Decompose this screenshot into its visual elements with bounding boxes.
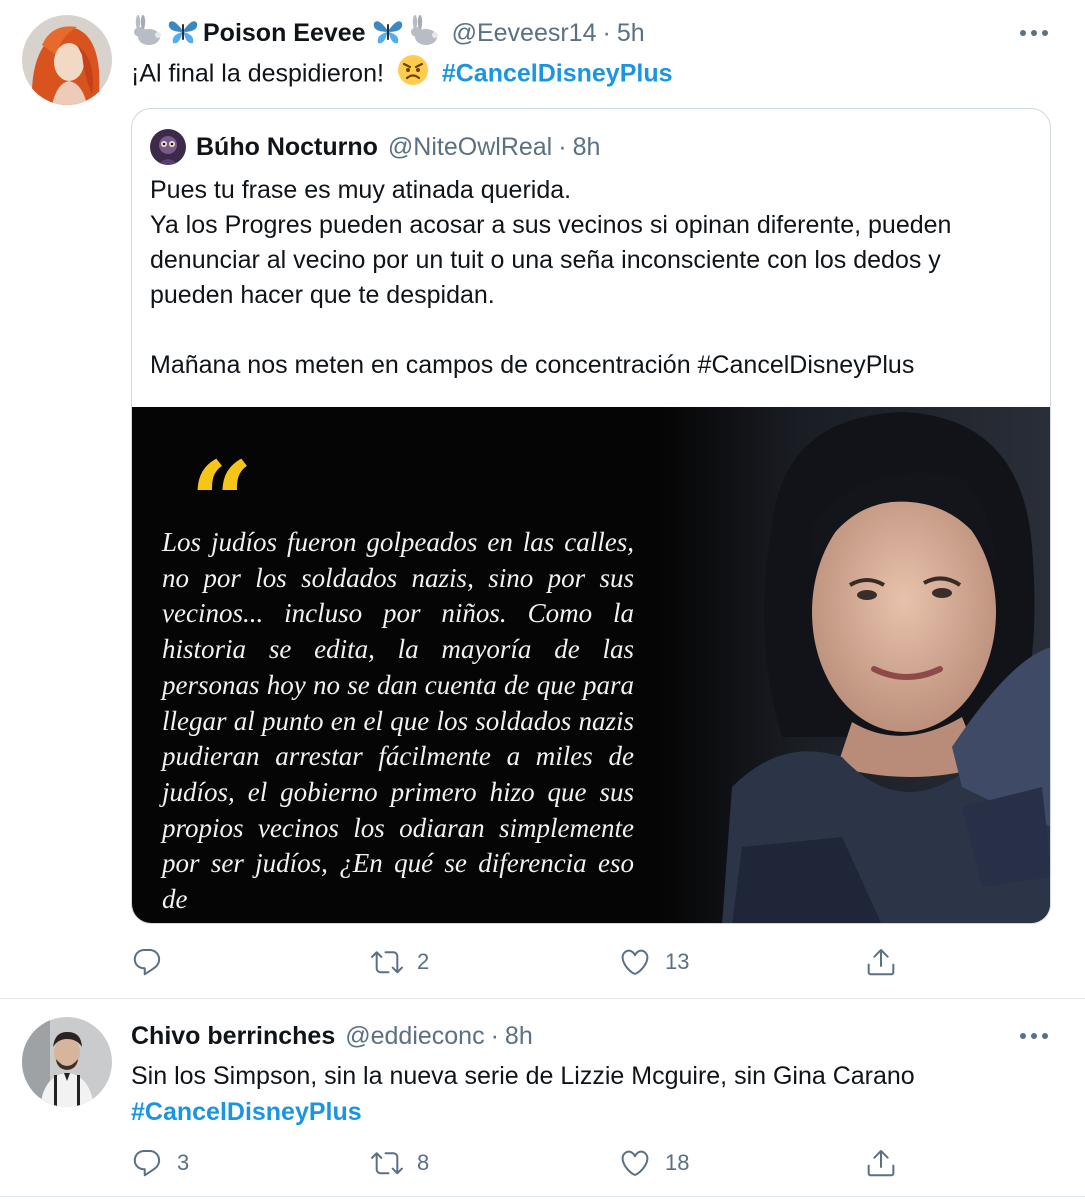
reply-count: 3 (177, 1150, 190, 1175)
tweet-text: Sin los Simpson, sin la nueva serie de L… (131, 1058, 915, 1130)
quoted-display-name[interactable]: Búho Nocturno (196, 133, 378, 162)
tweet-header: Chivo berrinches @eddieconc · 8h (131, 1016, 533, 1056)
rabbit-icon (408, 14, 440, 52)
handle[interactable]: @eddieconc (345, 1022, 484, 1051)
tweet-text: ¡Al final la despidieron! #CancelDisneyP… (131, 54, 673, 96)
retweet-button[interactable]: 2 (371, 942, 429, 982)
share-button[interactable] (865, 1143, 897, 1183)
divider (0, 1196, 1085, 1197)
separator-dot: · (558, 132, 567, 161)
quoted-timestamp[interactable]: 8h (573, 133, 601, 162)
reply-icon (133, 948, 161, 976)
retweet-count: 2 (417, 949, 430, 974)
quoted-text-line: Pues tu frase es muy atinada querida. (150, 176, 572, 204)
quoted-avatar[interactable] (150, 129, 186, 165)
tweet-actions: 3 8 18 (131, 1143, 921, 1183)
retweet-icon (371, 1152, 403, 1175)
retweet-icon (371, 951, 403, 974)
quoted-text-line: pueden hacer que te despidan. (150, 281, 495, 309)
quoted-tweet-text: Pues tu frase es muy atinada querida. Ya… (150, 173, 951, 383)
like-icon (621, 949, 649, 975)
like-button[interactable]: 13 (619, 942, 689, 982)
portrait-photo (662, 407, 1050, 923)
handle[interactable]: @Eeveesr14 (452, 19, 597, 48)
share-icon (867, 949, 895, 976)
quoted-media-image[interactable]: “ Los judíos fueron golpeados en las cal… (132, 407, 1050, 923)
quoted-text-line (150, 313, 951, 348)
butterfly-icon (372, 15, 404, 52)
retweet-count: 8 (417, 1150, 430, 1175)
separator-dot: · (602, 18, 611, 47)
tweet[interactable]: Chivo berrinches @eddieconc · 8h Sin los… (0, 998, 1085, 1200)
more-icon[interactable] (1016, 15, 1052, 51)
more-icon[interactable] (1016, 1018, 1052, 1054)
reply-button[interactable] (131, 942, 177, 982)
avatar[interactable] (22, 1017, 112, 1107)
tweet-actions: 2 13 (131, 942, 921, 982)
butterfly-icon (167, 15, 199, 52)
share-icon (867, 1150, 895, 1177)
timestamp[interactable]: 8h (505, 1022, 533, 1051)
timestamp[interactable]: 5h (617, 19, 645, 48)
tweet[interactable]: Poison Eevee @Eeveesr14 · 5h ¡Al final l… (0, 0, 1085, 998)
share-button[interactable] (865, 942, 897, 982)
quoted-tweet-header: Búho Nocturno @NiteOwlReal · 8h (150, 127, 600, 167)
angry-face-icon (397, 54, 429, 96)
quoted-text-line: Mañana nos meten en campos de concentrac… (150, 351, 915, 379)
display-name[interactable]: Chivo berrinches (131, 1022, 335, 1051)
image-quote-text: Los judíos fueron golpeados en las calle… (162, 527, 634, 915)
quoted-handle[interactable]: @NiteOwlReal (388, 133, 552, 162)
like-count: 18 (665, 1150, 690, 1175)
like-count: 13 (665, 949, 690, 974)
quoted-text-line: Ya los Progres pueden acosar a sus vecin… (150, 211, 952, 239)
rabbit-icon (131, 14, 163, 52)
like-button[interactable]: 18 (619, 1143, 689, 1183)
hashtag-link[interactable]: #CancelDisneyPlus (131, 1094, 915, 1130)
like-icon (621, 1150, 649, 1176)
avatar[interactable] (22, 15, 112, 105)
quoted-text-line: denunciar al vecino por un tuit o una se… (150, 246, 941, 274)
reply-button[interactable]: 3 (131, 1143, 189, 1183)
retweet-button[interactable]: 8 (371, 1143, 429, 1183)
display-name[interactable]: Poison Eevee (203, 19, 366, 48)
separator-dot: · (490, 1021, 499, 1050)
hashtag-link[interactable]: #CancelDisneyPlus (442, 60, 673, 88)
tweet-header: Poison Eevee @Eeveesr14 · 5h (131, 13, 645, 53)
quoted-tweet[interactable]: Búho Nocturno @NiteOwlReal · 8h Pues tu … (131, 108, 1051, 924)
reply-icon (133, 1149, 161, 1177)
